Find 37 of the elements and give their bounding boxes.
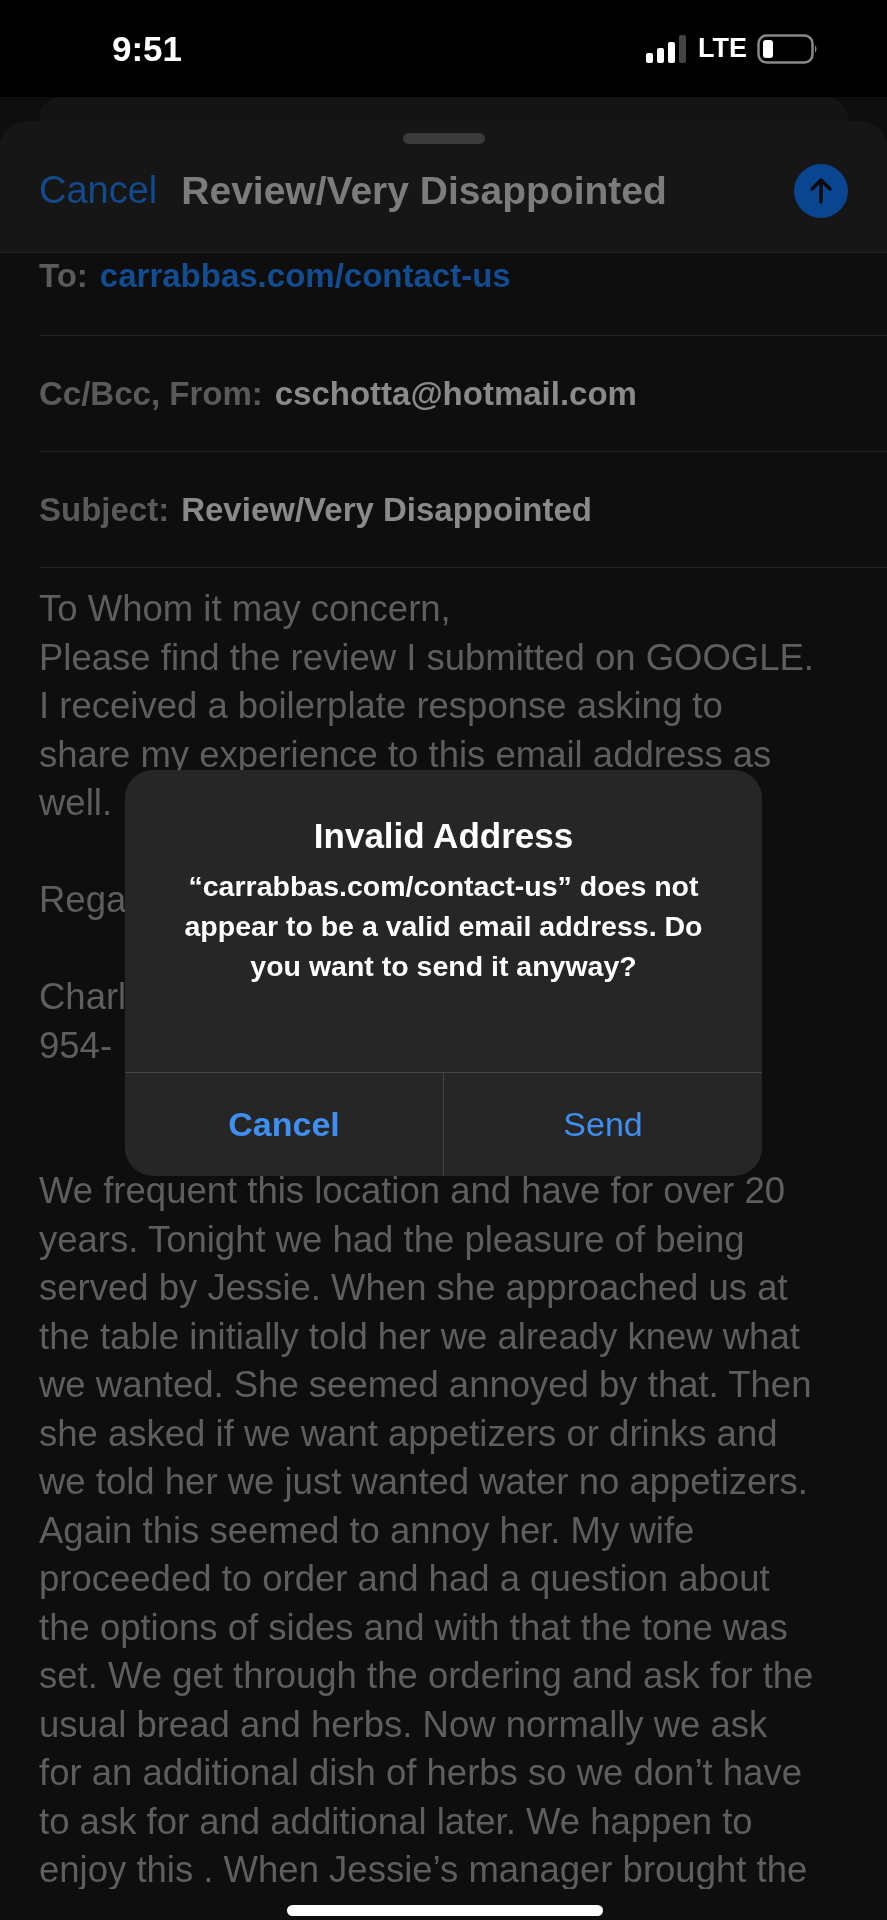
battery-icon: [757, 33, 819, 64]
send-button[interactable]: [794, 163, 848, 218]
clock-time: 9:51: [112, 28, 183, 69]
body-text-line: I received a boilerplate response asking to: [39, 687, 723, 725]
compose-title: Review/Very Disappointed: [181, 168, 668, 213]
body-text-line: served by Jessie. When she approached us at: [39, 1269, 788, 1307]
body-text-line: she asked if we want appetizers or drinks and: [39, 1414, 778, 1453]
body-text-line: Charl: [39, 978, 127, 1016]
body-text-line: well.: [39, 784, 113, 822]
field-value[interactable]: cschotta@hotmail.com: [274, 374, 637, 413]
body-text-line: To Whom it may concern,: [39, 590, 451, 628]
body-text-line: usual bread and herbs. Now normally we ask: [39, 1705, 768, 1744]
signal-icon: [646, 34, 688, 63]
home-indicator[interactable]: [287, 1905, 603, 1916]
field-label: To:: [39, 256, 88, 296]
body-text-line: the options of sides and with that the tone was: [39, 1608, 788, 1647]
alert-title: Invalid Address: [313, 816, 574, 856]
field-value[interactable]: Review/Very Disappointed: [181, 490, 592, 529]
body-text-line: Please find the review I submitted on GOOGLE.: [39, 638, 814, 677]
field-label: Cc/Bcc, From:: [39, 374, 263, 413]
body-text-line: years. Tonight we had the pleasure of being: [39, 1220, 745, 1259]
body-text-line: Again this seemed to annoy her. My wife: [39, 1511, 695, 1550]
body-text-line: proceeded to order and had a question about: [39, 1560, 770, 1598]
body-text-line: set. We get through the ordering and ask for the: [39, 1657, 814, 1695]
alert-button[interactable]: Send: [443, 1073, 762, 1176]
body-text-line: Rega: [39, 881, 127, 919]
body-text-line: for an additional dish of herbs so we don’t have: [39, 1754, 802, 1792]
body-text-line: enjoy this . When Jessie’s manager brought the: [39, 1851, 808, 1889]
body-text-line: the table initially told her we already knew what: [39, 1317, 800, 1356]
body-text-line: 954-: [39, 1026, 113, 1065]
body-text-line: we told her we just wanted water no appetizers.: [39, 1463, 808, 1501]
network-label: LTE: [698, 33, 747, 64]
body-text-line: to ask for and additional later. We happen to: [39, 1802, 753, 1841]
body-text-line: we wanted. She seemed annoyed by that. Then: [39, 1366, 812, 1404]
field-label: Subject:: [39, 490, 170, 529]
grabber-handle[interactable]: [403, 133, 485, 144]
alert-message: “carrabbas.com/contact-us” does not appear to be a valid email address. Do you want to send it anyway?: [183, 869, 704, 984]
